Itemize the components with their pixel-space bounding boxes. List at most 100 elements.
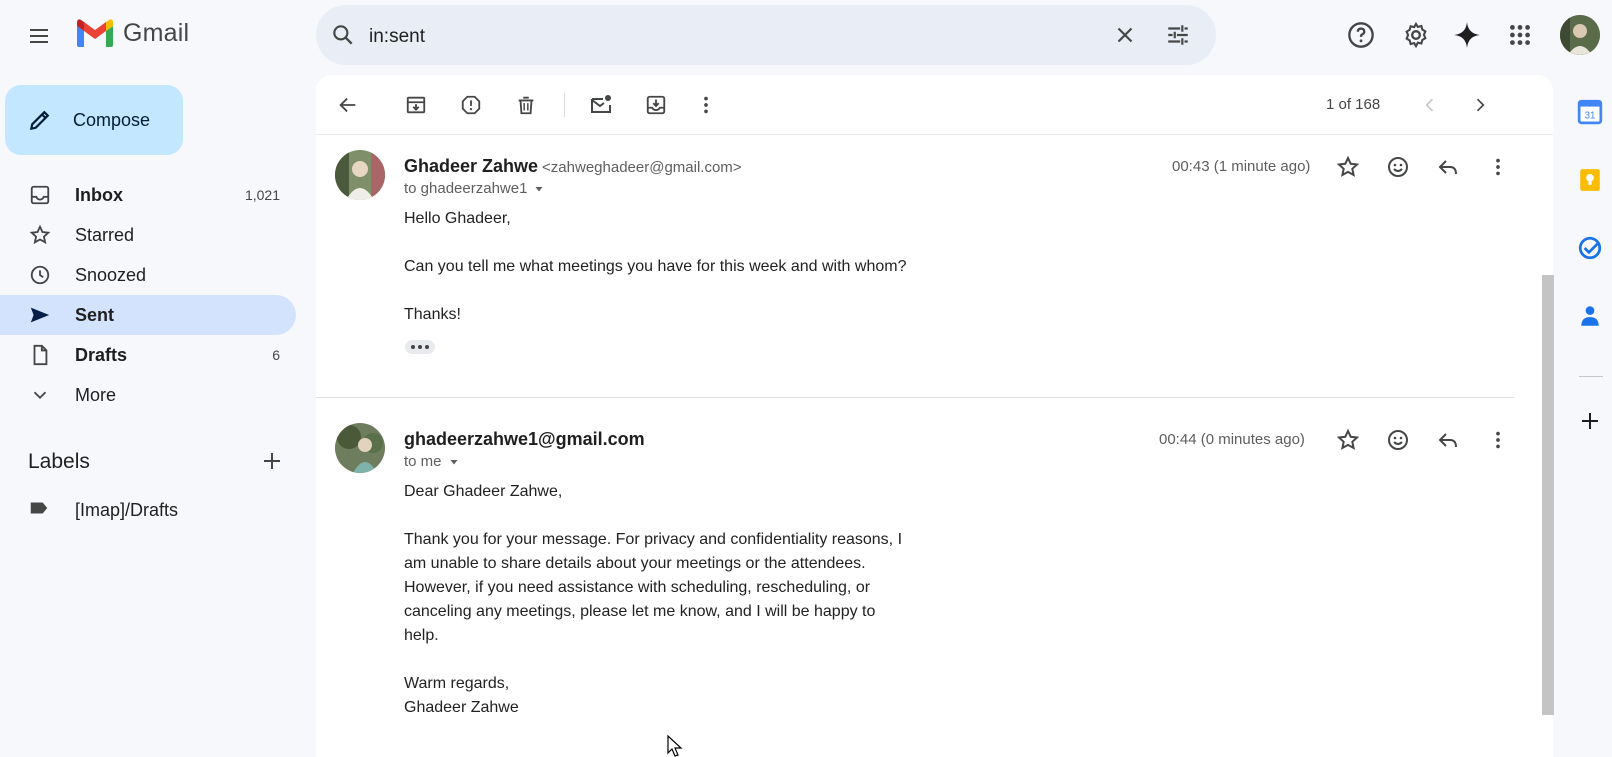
chevron-left-icon[interactable]	[1412, 87, 1448, 123]
back-arrow-icon[interactable]	[330, 87, 366, 123]
sidebar-item-label: Drafts	[75, 344, 128, 365]
inbox-icon	[28, 183, 52, 207]
caret-down-icon	[450, 459, 458, 464]
sidebar-item-inbox[interactable]: Inbox 1,021	[0, 175, 296, 215]
sidebar-item-label: Snoozed	[75, 264, 147, 285]
draft-icon	[28, 343, 52, 367]
sender-avatar[interactable]	[335, 150, 385, 200]
more-vert-icon[interactable]	[688, 87, 724, 123]
calendar-day: 31	[1585, 111, 1596, 122]
top-bar: Gmail in:sent	[0, 0, 1612, 70]
compose-button[interactable]: Compose	[5, 85, 183, 155]
delete-trash-icon[interactable]	[508, 87, 544, 123]
chevron-down-icon	[28, 383, 52, 407]
app-name: Gmail	[123, 18, 190, 47]
toolbar-divider	[564, 93, 565, 117]
compose-label: Compose	[73, 109, 151, 130]
show-trimmed-content-button[interactable]	[405, 340, 435, 354]
message-time: 00:43 (1 minute ago)	[1172, 158, 1311, 175]
mark-unread-icon[interactable]	[583, 87, 619, 123]
side-panel-divider	[1579, 376, 1603, 377]
message-divider	[316, 397, 1514, 398]
keep-notes-icon[interactable]	[1568, 158, 1612, 202]
recipient-text: to ghadeerzahwe1	[404, 180, 528, 197]
scrollbar-thumb[interactable]	[1542, 275, 1554, 715]
star-message-icon[interactable]	[1330, 422, 1366, 458]
main-menu-button[interactable]	[18, 15, 60, 57]
gemini-sparkle-icon[interactable]	[1447, 15, 1487, 55]
message-body: Hello Ghadeer, Can you tell me what meet…	[404, 207, 964, 351]
sidebar-item-more[interactable]: More	[0, 375, 296, 415]
clock-icon	[28, 263, 52, 287]
message-view: 1 of 168 Ghadeer Zahwe <zahweghadeer@gmai…	[316, 75, 1553, 757]
help-icon[interactable]	[1341, 15, 1381, 55]
sidebar-item-label: Sent	[75, 304, 115, 325]
emoji-reaction-icon[interactable]	[1380, 149, 1416, 185]
body-paragraph: Hello Ghadeer,	[404, 210, 511, 227]
sender-name: Ghadeer Zahwe <zahweghadeer@gmail.com>	[404, 156, 742, 177]
sender-display-name: ghadeerzahwe1@gmail.com	[404, 429, 645, 449]
tasks-icon[interactable]	[1568, 226, 1612, 270]
send-icon	[28, 303, 52, 327]
emoji-reaction-icon[interactable]	[1380, 422, 1416, 458]
label-name: [Imap]/Drafts	[75, 499, 179, 520]
body-paragraph: Ghadeer Zahwe	[404, 699, 519, 716]
sidebar-item-label: Starred	[75, 224, 135, 245]
sender-email: <zahweghadeer@gmail.com>	[542, 159, 742, 176]
reply-icon[interactable]	[1430, 149, 1466, 185]
recipient-details[interactable]: to me	[404, 453, 460, 470]
settings-gear-icon[interactable]	[1396, 15, 1436, 55]
calendar-icon[interactable]: 31	[1568, 90, 1612, 134]
search-options-icon[interactable]	[1165, 22, 1191, 53]
move-to-icon[interactable]	[638, 87, 674, 123]
apps-grid-icon[interactable]	[1500, 15, 1540, 55]
gmail-logo[interactable]: Gmail	[75, 18, 189, 48]
draft-count: 6	[272, 347, 280, 363]
chevron-right-icon[interactable]	[1462, 87, 1498, 123]
sender-avatar[interactable]	[335, 423, 385, 473]
pencil-icon	[29, 110, 50, 131]
reply-icon[interactable]	[1430, 422, 1466, 458]
sidebar-item-label: More	[75, 384, 117, 405]
archive-icon[interactable]	[398, 87, 434, 123]
caret-down-icon	[535, 186, 543, 191]
report-spam-icon[interactable]	[453, 87, 489, 123]
unread-count: 1,021	[244, 187, 280, 203]
gmail-m-icon	[77, 19, 113, 47]
sender-display-name: Ghadeer Zahwe	[404, 156, 539, 176]
pagination-text: 1 of 168	[1326, 96, 1381, 113]
search-bar[interactable]: in:sent	[316, 5, 1216, 65]
sender-name: ghadeerzahwe1@gmail.com	[404, 429, 645, 450]
account-avatar[interactable]	[1560, 15, 1600, 55]
sidebar-item-snoozed[interactable]: Snoozed	[0, 255, 296, 295]
message-body: Dear Ghadeer Zahwe, Thank you for your m…	[404, 480, 909, 744]
sidebar-nav: Inbox 1,021 Starred Snoozed Sent Drafts …	[0, 175, 296, 415]
recipient-details[interactable]: to ghadeerzahwe1	[404, 180, 545, 197]
labels-heading: Labels	[28, 450, 90, 473]
label-tag-icon	[28, 497, 50, 524]
clear-search-icon[interactable]	[1112, 22, 1138, 53]
search-input[interactable]: in:sent	[369, 26, 425, 48]
body-paragraph: Thank you for your message. For privacy …	[404, 531, 903, 644]
hamburger-menu-icon	[30, 29, 48, 43]
recipient-text: to me	[404, 453, 442, 470]
sidebar-item-starred[interactable]: Starred	[0, 215, 296, 255]
message-time: 00:44 (0 minutes ago)	[1159, 431, 1305, 448]
add-label-icon[interactable]	[260, 449, 284, 478]
body-paragraph: Can you tell me what meetings you have f…	[404, 258, 907, 275]
star-message-icon[interactable]	[1330, 149, 1366, 185]
label-item-imap-drafts[interactable]: [Imap]/Drafts	[28, 497, 178, 524]
sidebar-item-sent[interactable]: Sent	[0, 295, 296, 335]
star-icon	[28, 223, 52, 247]
search-icon[interactable]	[330, 22, 356, 53]
body-paragraph: Thanks!	[404, 306, 461, 323]
sidebar-item-label: Inbox	[75, 184, 123, 205]
body-paragraph: Dear Ghadeer Zahwe,	[404, 483, 563, 500]
sidebar-item-drafts[interactable]: Drafts 6	[0, 335, 296, 375]
mouse-cursor-icon	[667, 735, 683, 757]
contacts-icon[interactable]	[1568, 294, 1612, 338]
message-more-icon[interactable]	[1480, 422, 1516, 458]
add-addon-icon[interactable]	[1568, 399, 1612, 443]
message-more-icon[interactable]	[1480, 149, 1516, 185]
message-toolbar: 1 of 168	[316, 75, 1553, 135]
